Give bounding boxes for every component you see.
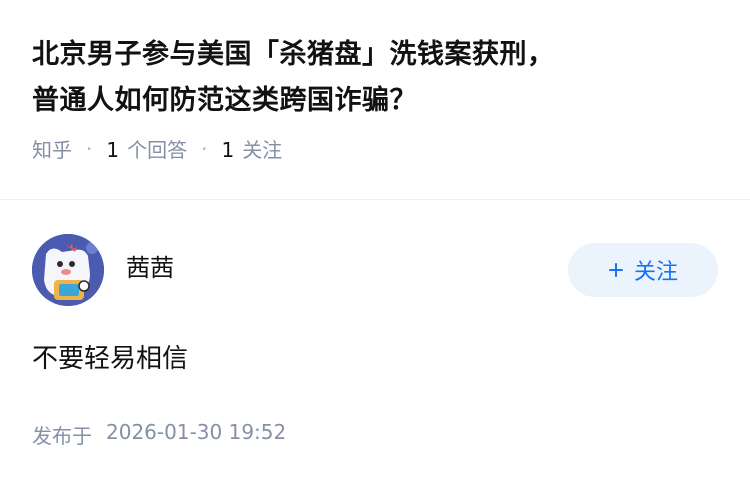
author-name[interactable]: 茜茜 xyxy=(126,248,174,283)
follower-count: 1 xyxy=(221,138,235,162)
question-title-line-2[interactable]: 普通人如何防范这类跨国诈骗？ xyxy=(32,78,718,124)
follow-button-label: 关注 xyxy=(633,259,678,284)
follower-count-label: 关注 xyxy=(242,138,283,162)
question-header: 北京男子参与美国「杀猪盘」洗钱案获刑， 普通人如何防范这类跨国诈骗？ 知乎 · … xyxy=(0,0,750,200)
answer-publish-time: 发布于 2026-01-30 19:52 xyxy=(32,420,286,449)
question-meta: 知乎 · 1 个回答 · 1 关注 xyxy=(32,134,718,163)
answer-author: 茜茜 关注 xyxy=(32,234,718,306)
answer-count: 1 xyxy=(106,138,120,162)
publish-prefix: 发布于 xyxy=(32,424,92,448)
source-label[interactable]: 知乎 xyxy=(32,134,72,163)
question-title[interactable]: 北京男子参与美国「杀猪盘」洗钱案获刑， 普通人如何防范这类跨国诈骗？ xyxy=(32,32,718,124)
meta-separator: · xyxy=(86,136,93,161)
plus-icon xyxy=(608,263,623,277)
answer-content: 不要轻易相信 xyxy=(32,344,189,374)
answer-count-label: 个回答 xyxy=(127,138,188,162)
follower-count-link[interactable]: 1 关注 xyxy=(221,134,282,163)
meta-separator: · xyxy=(201,136,208,161)
avatar[interactable] xyxy=(32,234,104,306)
question-title-line-1[interactable]: 北京男子参与美国「杀猪盘」洗钱案获刑， xyxy=(32,32,718,78)
publish-timestamp: 2026-01-30 19:52 xyxy=(106,420,287,444)
follow-button[interactable]: 关注 xyxy=(568,243,718,297)
answer-count-link[interactable]: 1 个回答 xyxy=(106,134,187,163)
avatar-image xyxy=(32,234,104,306)
